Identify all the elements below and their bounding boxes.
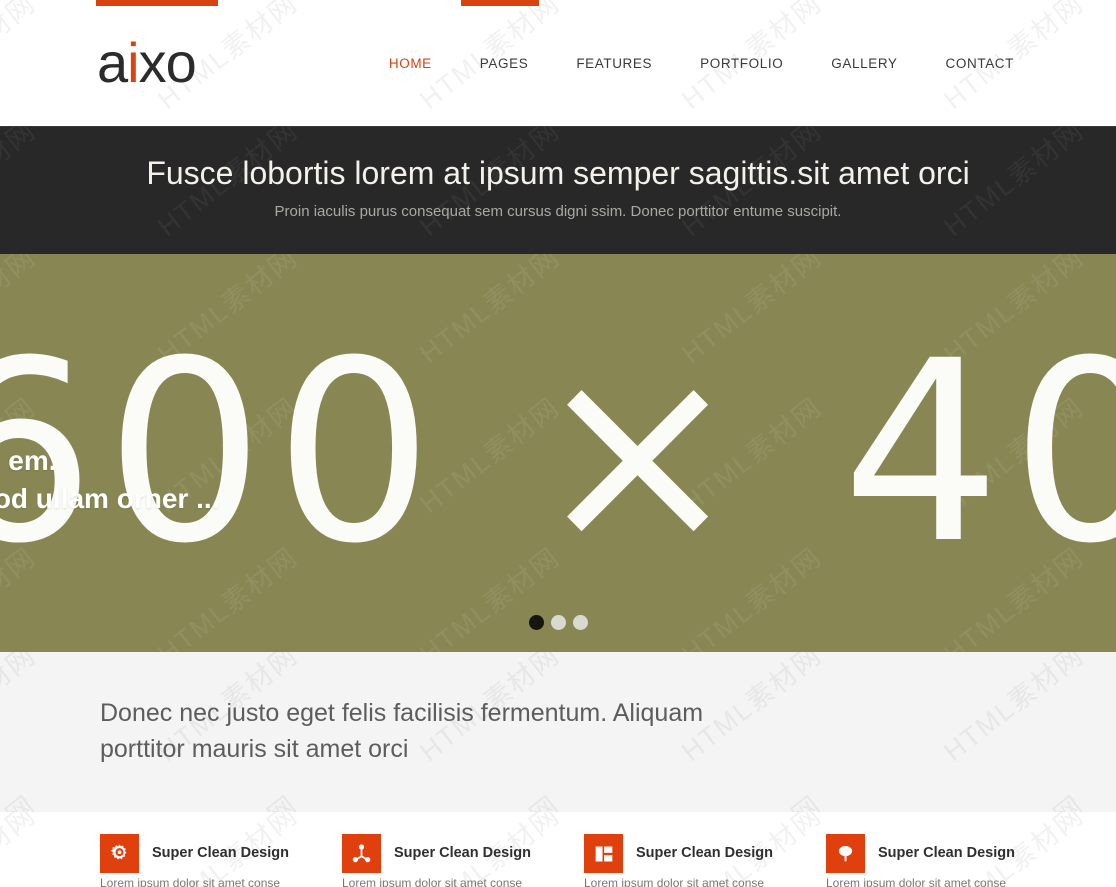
top-accent-stub-right <box>461 0 539 6</box>
features-body-row: Lorem ipsum dolor sit amet conse ctetuer… <box>100 875 1076 887</box>
nav-item-features[interactable]: FEATURES <box>552 56 676 71</box>
nav-item-home[interactable]: HOME <box>365 56 456 71</box>
slider-dot-3[interactable] <box>572 615 588 630</box>
site-header: HTML素材网HTML素材网HTML素材网HTML素材网HTML素材网HTML素… <box>0 0 1116 126</box>
feature-body-2: Lorem ipsum dolor sit amet conse ctetuer… <box>342 876 523 887</box>
slide-caption-line-1: eget as em. <box>0 445 57 476</box>
slider-pagination[interactable] <box>0 615 1116 630</box>
nav-item-gallery[interactable]: GALLERY <box>807 56 921 71</box>
feature-body-3: Lorem ipsum dolor sit amet conse ctetuer… <box>584 876 765 887</box>
nav-item-contact[interactable]: CONTACT <box>922 56 1038 71</box>
feature-item-4[interactable]: Super Clean Design <box>826 834 1068 873</box>
site-logo[interactable]: aixo <box>97 31 197 94</box>
features-row: Super Clean Design Super Clean Design Su… <box>0 834 1116 873</box>
logo-text-accent: i <box>127 31 139 94</box>
top-accent-stub-left <box>96 0 218 6</box>
share-network-icon <box>342 834 381 873</box>
feature-body-1: Lorem ipsum dolor sit amet conse ctetuer… <box>100 876 281 887</box>
banner-title: Fusce lobortis lorem at ipsum semper sag… <box>146 155 970 191</box>
slider-dot-1[interactable] <box>528 615 544 630</box>
feature-label-2: Super Clean Design <box>394 845 531 861</box>
feature-label-4: Super Clean Design <box>878 845 1015 861</box>
gear-icon <box>100 834 139 873</box>
slide-caption: eget as em. e commod ullam orner ... <box>0 442 219 518</box>
feature-item-3[interactable]: Super Clean Design <box>584 834 826 873</box>
nav-item-pages[interactable]: PAGES <box>456 56 553 71</box>
slider-dot-2[interactable] <box>550 615 566 630</box>
feature-label-1: Super Clean Design <box>152 845 289 861</box>
main-navigation[interactable]: HOME PAGES FEATURES PORTFOLIO GALLERY CO… <box>365 56 1038 71</box>
feature-item-1[interactable]: Super Clean Design <box>100 834 342 873</box>
feature-body-4: Lorem ipsum dolor sit amet conse ctetuer… <box>826 876 1007 887</box>
tree-icon <box>826 834 865 873</box>
feature-label-3: Super Clean Design <box>636 845 773 861</box>
nav-item-portfolio[interactable]: PORTFOLIO <box>676 56 807 71</box>
features-section: HTML素材网HTML素材网HTML素材网HTML素材网HTML素材网HTML素… <box>0 812 1116 887</box>
hero-banner: HTML素材网HTML素材网HTML素材网HTML素材网HTML素材网HTML素… <box>0 126 1116 254</box>
feature-item-2[interactable]: Super Clean Design <box>342 834 584 873</box>
page-root: HTML素材网HTML素材网HTML素材网HTML素材网HTML素材网HTML素… <box>0 0 1116 887</box>
layout-columns-icon <box>584 834 623 873</box>
slide-caption-line-2: e commod ullam orner ... <box>0 483 220 514</box>
logo-text-before: a <box>97 31 128 94</box>
intro-heading: Donec nec justo eget felis facilisis fer… <box>100 699 704 763</box>
hero-slider[interactable]: 600 × 40 HTML素材网 HTML素材网 HTML素材网 HTML素材网 HTM… <box>0 254 1116 652</box>
top-accent-stubs <box>0 0 1116 6</box>
intro-section: HTML素材网HTML素材网HTML素材网HTML素材网HTML素材网HTML素… <box>0 652 1116 812</box>
logo-text-after: xo <box>138 31 197 94</box>
banner-subtitle: Proin iaculis purus consequat sem cursus… <box>274 203 842 220</box>
